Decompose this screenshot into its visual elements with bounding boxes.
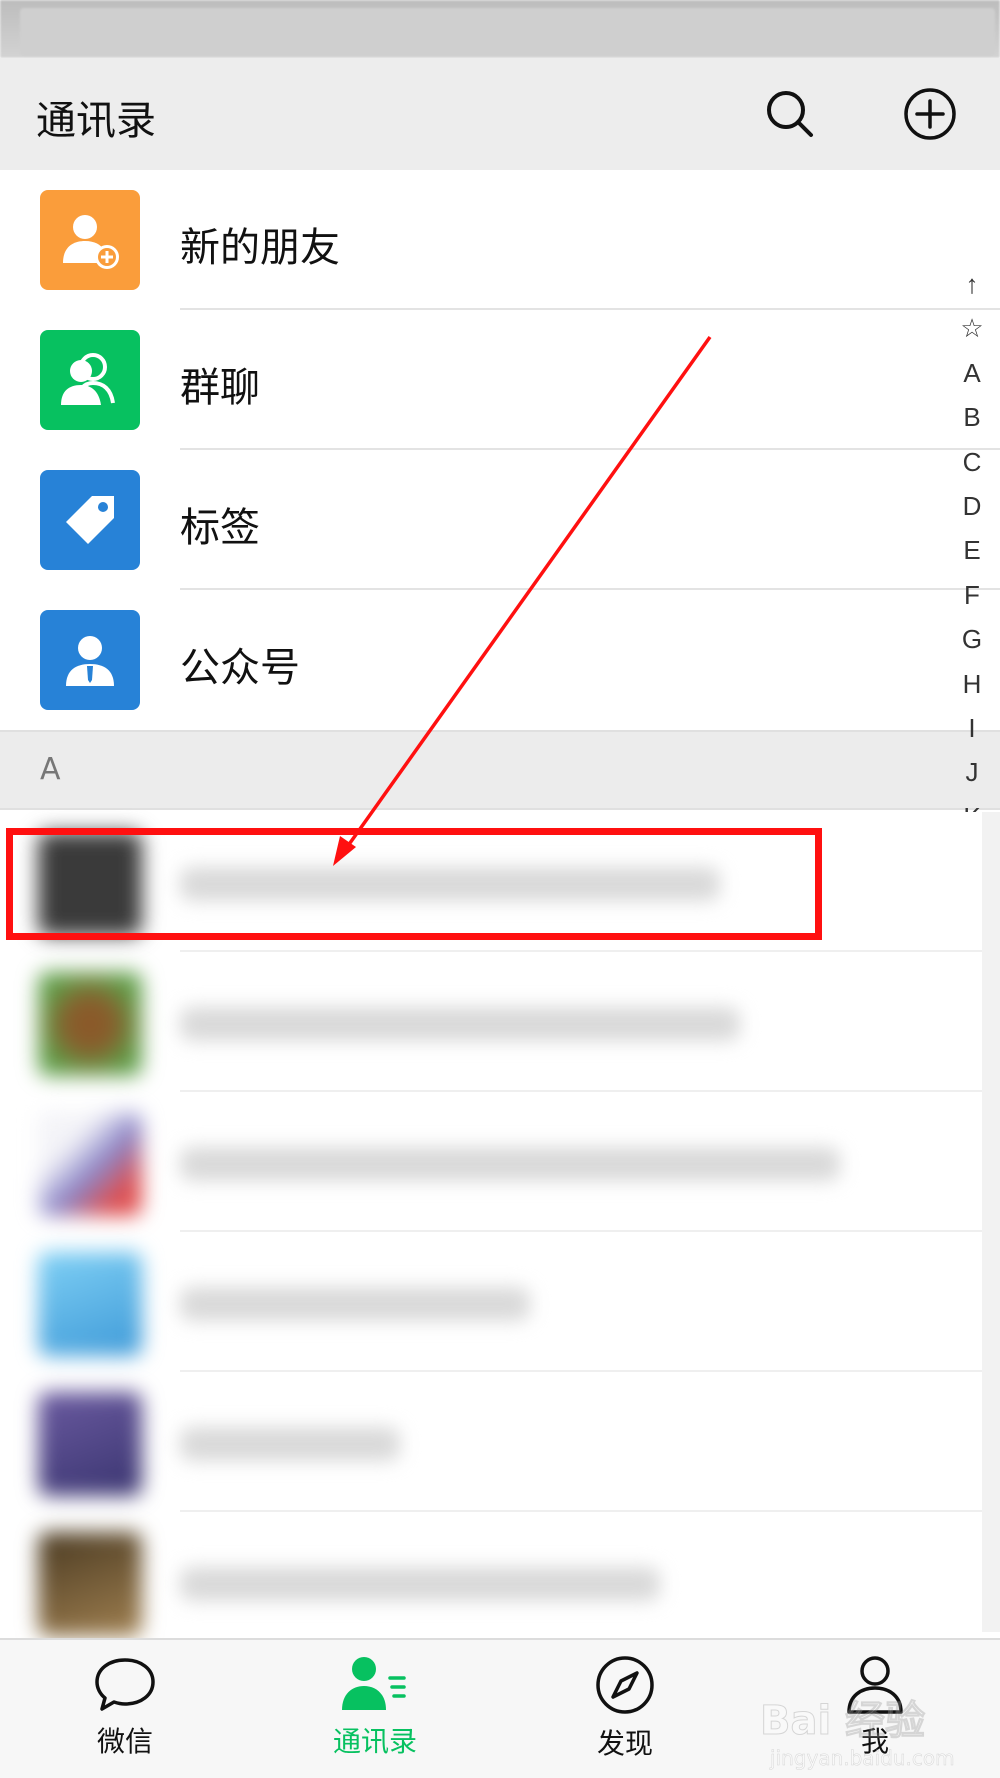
tags-item[interactable]: 标签 (0, 450, 1000, 590)
chat-bubble-icon (95, 1658, 155, 1711)
index-star[interactable]: ☆ (950, 306, 994, 350)
watermark: Bai 经验 jingyan.baidu.com (760, 1688, 990, 1771)
official-accounts-item[interactable]: 公众号 (0, 590, 1000, 730)
compass-icon (596, 1656, 654, 1714)
avatar (38, 1112, 142, 1216)
status-bar (0, 0, 1000, 58)
tab-contacts-label: 通讯录 (332, 1725, 417, 1758)
official-accounts-label: 公众号 (180, 645, 300, 691)
index-letter-g[interactable]: G (950, 617, 994, 661)
index-letter-b[interactable]: B (950, 395, 994, 439)
page-title: 通讯录 (36, 98, 156, 144)
plus-circle-icon (904, 88, 956, 140)
alphabet-index[interactable]: ↑ ☆ A B C D E F G H I J K (950, 262, 994, 812)
tab-discover[interactable]: 发现 (555, 1654, 695, 1774)
index-top-arrow[interactable]: ↑ (950, 262, 994, 306)
index-letter-c[interactable]: C (950, 440, 994, 484)
group-chat-icon (40, 330, 140, 430)
contact-name-blurred (180, 1567, 660, 1601)
contact-name-blurred (180, 1007, 740, 1041)
watermark-main: Bai 经验 (760, 1698, 926, 1745)
contact-item[interactable] (0, 952, 1000, 1092)
section-letter: A (40, 752, 61, 787)
header: 通讯录 (0, 58, 1000, 170)
index-letter-i[interactable]: I (950, 706, 994, 750)
tab-chats[interactable]: 微信 (55, 1654, 195, 1774)
official-account-icon (40, 610, 140, 710)
index-letter-f[interactable]: F (950, 573, 994, 617)
avatar (38, 1252, 142, 1356)
tags-label: 标签 (180, 505, 260, 551)
avatar (38, 1532, 142, 1636)
search-icon (767, 91, 813, 137)
group-chat-item[interactable]: 群聊 (0, 310, 1000, 450)
tab-contacts[interactable]: 通讯录 (305, 1654, 445, 1774)
index-letter-e[interactable]: E (950, 528, 994, 572)
add-friend-icon (40, 190, 140, 290)
contacts-icon (342, 1657, 406, 1710)
watermark-sub: jingyan.baidu.com (770, 1746, 955, 1771)
new-friends-label: 新的朋友 (180, 225, 340, 271)
status-bar-blur (20, 8, 995, 56)
contact-item[interactable] (0, 1372, 1000, 1512)
index-letter-h[interactable]: H (950, 662, 994, 706)
avatar (38, 1392, 142, 1496)
new-friends-item[interactable]: 新的朋友 (0, 170, 1000, 310)
annotation-highlight-box (6, 828, 822, 940)
section-header-a: A (0, 730, 1000, 810)
index-letter-k[interactable]: K (950, 795, 994, 812)
group-chat-label: 群聊 (180, 365, 260, 411)
index-scroll-edge (982, 812, 1000, 1632)
contact-item[interactable] (0, 1092, 1000, 1232)
contact-name-blurred (180, 1427, 400, 1461)
add-button[interactable] (898, 82, 962, 146)
contact-item[interactable] (0, 1232, 1000, 1372)
tab-discover-label: 发现 (596, 1727, 653, 1760)
contact-name-blurred (180, 1147, 840, 1181)
index-letter-d[interactable]: D (950, 484, 994, 528)
contact-name-blurred (180, 1287, 530, 1321)
avatar (38, 972, 142, 1076)
tab-chats-label: 微信 (96, 1725, 153, 1758)
contact-item[interactable] (0, 1512, 1000, 1652)
tag-icon (40, 470, 140, 570)
index-letter-a[interactable]: A (950, 351, 994, 395)
search-button[interactable] (758, 82, 822, 146)
index-letter-j[interactable]: J (950, 750, 994, 794)
